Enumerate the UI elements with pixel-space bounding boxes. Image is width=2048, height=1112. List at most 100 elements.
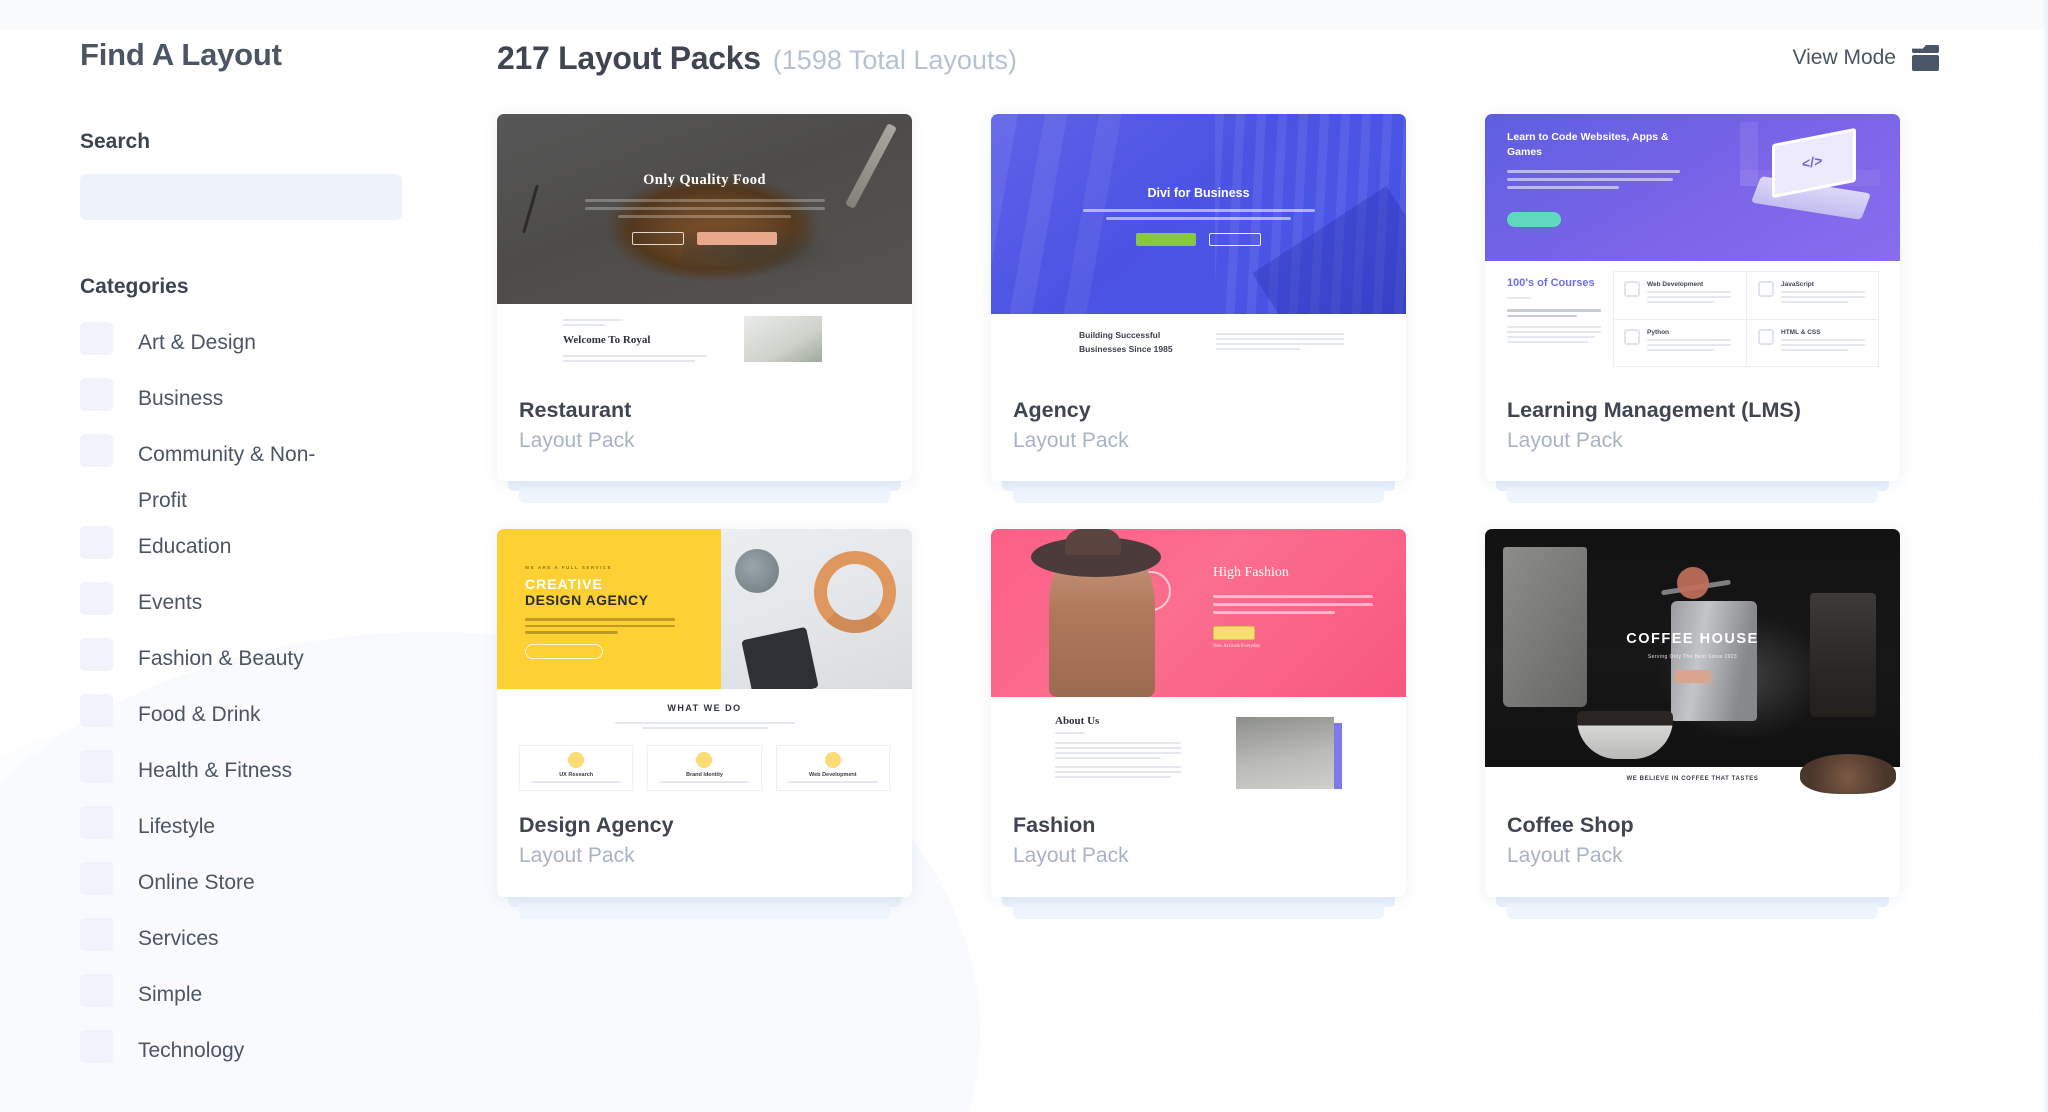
card-title: Agency xyxy=(1013,398,1091,422)
category-checkbox[interactable] xyxy=(80,749,113,783)
category-item[interactable]: Education xyxy=(80,524,500,580)
card-preview-image: Divi for Business Building Successful Bu… xyxy=(991,114,1406,379)
layout-pack-card-agency[interactable]: Divi for Business Building Successful Bu… xyxy=(991,114,1406,504)
card-subtitle: Layout Pack xyxy=(519,428,635,452)
category-label: Lifestyle xyxy=(138,814,216,838)
card-preview-image: </> Learn to Code Websites, Apps & Games xyxy=(1485,114,1900,379)
card-preview-image: COFFEE HOUSE Serving Only The Best Since… xyxy=(1485,529,1900,795)
card-stack-layer-2 xyxy=(1013,487,1384,504)
card-preview-image: WE ARE A FULL SERVICE CREATIVE DESIGN AG… xyxy=(497,529,912,795)
category-checkbox[interactable] xyxy=(80,693,113,727)
category-list: Art & Design Business Community & Non-Prof… xyxy=(80,320,500,1084)
category-label: Simple xyxy=(138,982,203,1006)
card-stack-layer-2 xyxy=(1507,487,1878,504)
category-checkbox[interactable] xyxy=(80,581,113,615)
preview-hero-button-1 xyxy=(1674,670,1711,684)
preview-hero-title-2: DESIGN AGENCY xyxy=(525,592,649,609)
layout-pack-grid: Only Quality Food Welcome To Royal Resta… xyxy=(497,114,2048,919)
card-subtitle: Layout Pack xyxy=(519,844,635,868)
preview-feature-tile-1: UX Research xyxy=(559,772,594,779)
card-title: Learning Management (LMS) xyxy=(1507,398,1801,422)
category-checkbox[interactable] xyxy=(80,637,113,671)
category-item[interactable]: Technology xyxy=(80,1028,500,1084)
search-input[interactable] xyxy=(80,174,402,221)
category-item[interactable]: Services xyxy=(80,916,500,972)
preview-hero-title-1: CREATIVE xyxy=(525,576,603,593)
category-checkbox[interactable] xyxy=(80,321,113,355)
category-item[interactable]: Online Store xyxy=(80,860,500,916)
folder-grid-icon[interactable] xyxy=(1912,45,1940,71)
card-stack-layer-2 xyxy=(519,902,890,919)
view-mode-toggle[interactable]: View Mode xyxy=(1792,45,1940,71)
main-header: 217 Layout Packs (1598 Total Layouts) Vi… xyxy=(497,30,2048,86)
view-mode-label: View Mode xyxy=(1792,46,1896,69)
preview-course-tile-4: HTML & CSS xyxy=(1781,329,1821,336)
category-label: Services xyxy=(138,926,219,950)
card-subtitle: Layout Pack xyxy=(1507,844,1623,868)
category-item[interactable]: Events xyxy=(80,580,500,636)
preview-section-title: 100's of Courses xyxy=(1507,277,1595,289)
preview-hero-button-2 xyxy=(696,232,777,246)
main-content: 217 Layout Packs (1598 Total Layouts) Vi… xyxy=(497,0,2048,1112)
layout-pack-card-design-agency[interactable]: WE ARE A FULL SERVICE CREATIVE DESIGN AG… xyxy=(497,529,912,919)
preview-course-tile-2: JavaScript xyxy=(1781,281,1814,288)
category-label: Online Store xyxy=(138,870,255,894)
category-checkbox[interactable] xyxy=(80,805,113,839)
category-checkbox[interactable] xyxy=(80,973,113,1007)
layout-pack-card-lms[interactable]: </> Learn to Code Websites, Apps & Games xyxy=(1485,114,1900,504)
card-preview-image: Only Quality Food Welcome To Royal xyxy=(497,114,912,379)
card-stack-layer-2 xyxy=(1507,902,1878,919)
preview-hero-caption: New Arrivals Everyday xyxy=(1213,644,1261,650)
category-label: Events xyxy=(138,590,203,614)
category-item[interactable]: Simple xyxy=(80,972,500,1028)
preview-feature-tile-3: Web Development xyxy=(809,772,857,779)
category-label: Community & Non-Profit xyxy=(138,442,316,512)
category-label: Art & Design xyxy=(138,330,256,354)
category-label: Health & Fitness xyxy=(138,758,293,782)
category-item[interactable]: Art & Design xyxy=(80,320,500,376)
results-heading: 217 Layout Packs (1598 Total Layouts) xyxy=(497,40,1017,77)
card-title: Design Agency xyxy=(519,813,674,838)
category-checkbox[interactable] xyxy=(80,433,113,467)
card-title: Fashion xyxy=(1013,813,1096,838)
category-checkbox[interactable] xyxy=(80,377,113,411)
layout-pack-card-coffee-shop[interactable]: COFFEE HOUSE Serving Only The Best Since… xyxy=(1485,529,1900,919)
preview-hero-button-2 xyxy=(1208,233,1261,247)
category-item[interactable]: Health & Fitness xyxy=(80,748,500,804)
category-label: Fashion & Beauty xyxy=(138,646,304,670)
preview-hero-button-1 xyxy=(525,643,603,659)
card-stack-layer-2 xyxy=(519,487,890,504)
card-title: Coffee Shop xyxy=(1507,813,1634,838)
category-label: Business xyxy=(138,386,224,410)
preview-hero-button-1 xyxy=(1213,626,1255,641)
layout-pack-card-restaurant[interactable]: Only Quality Food Welcome To Royal Resta… xyxy=(497,114,912,504)
card-stack-layer-2 xyxy=(1013,902,1384,919)
preview-course-tile-3: Python xyxy=(1647,329,1670,336)
categories-heading: Categories xyxy=(80,275,189,299)
sidebar: Find A Layout Search Categories Art & De… xyxy=(0,0,500,1112)
layout-browser-page: Find A Layout Search Categories Art & De… xyxy=(0,0,2048,1112)
category-item[interactable]: Food & Drink xyxy=(80,692,500,748)
category-item[interactable]: Community & Non-Profit xyxy=(80,432,500,524)
card-title: Restaurant xyxy=(519,398,632,422)
category-checkbox[interactable] xyxy=(80,1029,113,1063)
preview-hero-title: Divi for Business xyxy=(1147,186,1250,200)
preview-feature-tile-2: Brand Identity xyxy=(686,772,723,779)
preview-kicker: WE ARE A FULL SERVICE xyxy=(525,565,613,571)
page-title: Find A Layout xyxy=(80,37,282,72)
category-checkbox[interactable] xyxy=(80,917,113,951)
preview-hero-title: COFFEE HOUSE xyxy=(1626,631,1759,648)
category-item[interactable]: Business xyxy=(80,376,500,432)
preview-hero-button-1 xyxy=(1507,212,1561,227)
card-subtitle: Layout Pack xyxy=(1013,428,1129,452)
category-item[interactable]: Fashion & Beauty xyxy=(80,636,500,692)
category-checkbox[interactable] xyxy=(80,525,113,559)
category-label: Food & Drink xyxy=(138,702,261,726)
layout-pack-card-fashion[interactable]: High Fashion New Arrivals Everyday About… xyxy=(991,529,1406,919)
preview-course-tile-1: Web Development xyxy=(1647,281,1704,288)
results-total-subtitle: (1598 Total Layouts) xyxy=(772,44,1017,75)
category-checkbox[interactable] xyxy=(80,861,113,895)
preview-hero-title: Only Quality Food xyxy=(643,172,766,188)
category-item[interactable]: Lifestyle xyxy=(80,804,500,860)
preview-section-title: About Us xyxy=(1055,715,1100,728)
